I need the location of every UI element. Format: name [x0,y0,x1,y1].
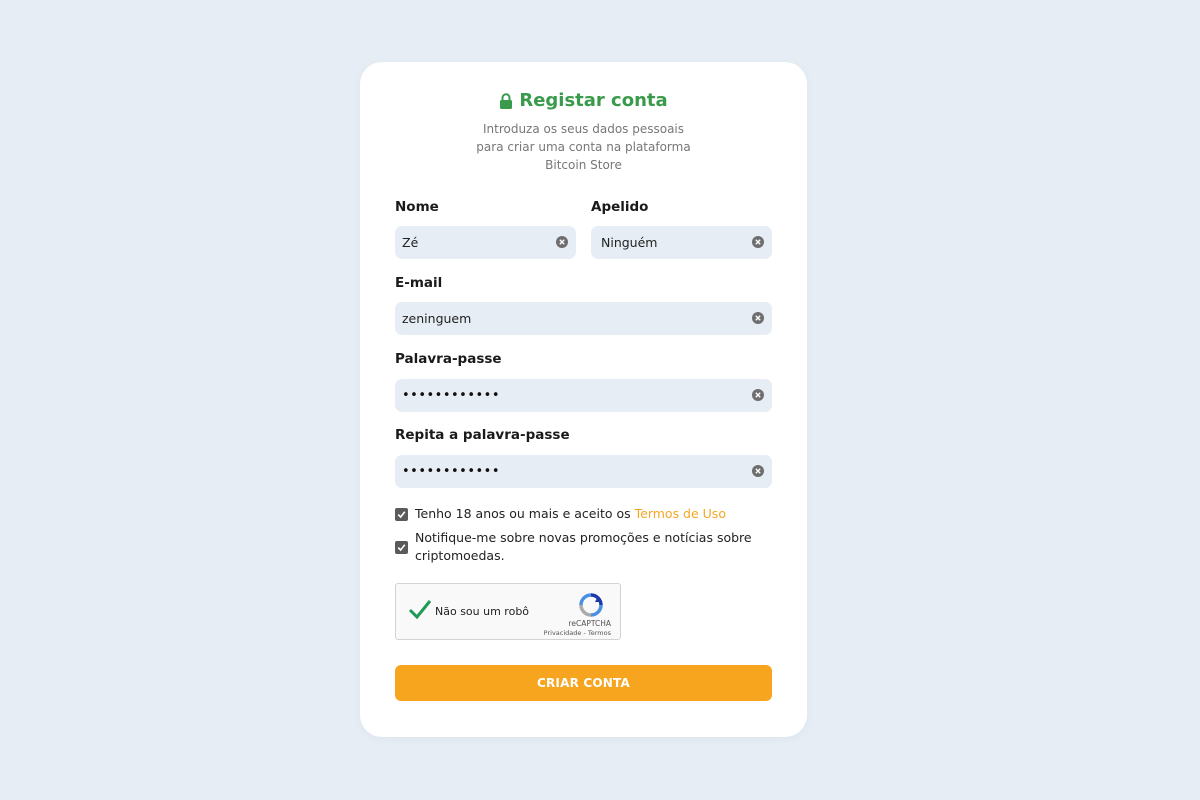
email-input[interactable] [402,311,742,326]
clear-icon[interactable] [556,236,568,248]
clear-icon[interactable] [752,465,764,477]
recaptcha-brand: reCAPTCHA [568,619,611,628]
subtitle-line-1: Introduza os seus dados pessoais [482,122,685,136]
first-name-field-wrapper [395,226,576,259]
terms-checkbox[interactable] [395,508,408,521]
newsletter-checkbox[interactable] [395,541,408,554]
clear-icon[interactable] [752,389,764,401]
terms-link[interactable]: Termos de Uso [635,506,726,521]
last-name-input[interactable] [598,235,742,250]
clear-icon[interactable] [752,312,764,324]
lock-icon [500,92,513,109]
password-confirm-input[interactable]: •••••••••••• [395,455,772,488]
first-name-label: Nome [395,199,439,215]
subtitle-line-3: Bitcoin Store [545,158,622,172]
checkmark-icon [397,511,406,519]
last-name-label: Apelido [591,199,649,215]
clear-icon[interactable] [752,236,764,248]
terms-checkbox-row: Tenho 18 anos ou mais e aceito os Termos… [395,505,726,523]
terms-text: Tenho 18 anos ou mais e aceito os [415,506,635,521]
newsletter-checkbox-row: Notifique-me sobre novas promoções e not… [395,529,752,565]
captcha-checkmark-icon[interactable] [408,598,432,620]
terms-label: Tenho 18 anos ou mais e aceito os Termos… [415,505,726,523]
last-name-field-wrapper [591,226,772,259]
page-title-text: Registar conta [519,90,668,111]
first-name-input[interactable] [402,235,546,250]
email-label: E-mail [395,275,443,291]
recaptcha-logo-icon [579,593,603,617]
password-confirm-value: •••••••••••• [402,464,501,479]
page-subtitle: Introduza os seus dados pessoais para cr… [360,120,807,174]
recaptcha-links[interactable]: Privacidade - Termos [544,629,611,637]
register-card: Registar conta Introduza os seus dados p… [360,62,807,737]
newsletter-label: Notifique-me sobre novas promoções e not… [415,529,752,565]
recaptcha-widget[interactable]: Não sou um robô reCAPTCHA Privacidade - … [395,583,621,640]
subtitle-line-2: para criar uma conta na plataforma [476,140,691,154]
password-confirm-label: Repita a palavra-passe [395,427,570,443]
newsletter-line-1: Notifique-me sobre novas promoções e not… [415,530,752,545]
page-title: Registar conta [360,90,807,111]
create-account-button[interactable]: CRIAR CONTA [395,665,772,701]
newsletter-line-2: criptomoedas. [415,548,505,563]
password-label: Palavra-passe [395,351,502,367]
password-value: •••••••••••• [402,388,501,403]
password-input[interactable]: •••••••••••• [395,379,772,412]
email-field-wrapper [395,302,772,335]
captcha-label: Não sou um robô [435,605,530,618]
checkmark-icon [397,544,406,552]
